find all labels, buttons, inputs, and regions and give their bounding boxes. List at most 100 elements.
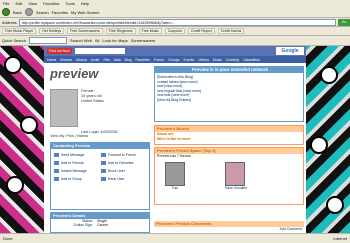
group-icon: [54, 177, 59, 181]
skull-icon: [20, 116, 38, 134]
menu-bar: File Edit View Favorites Tools Help: [0, 0, 350, 7]
profile-country: United States: [81, 99, 104, 103]
nav-blog[interactable]: Blog: [125, 58, 132, 62]
links-bar: Free Music Player Get Smileys Free Scree…: [0, 27, 350, 36]
add-comment-link[interactable]: Add Comment: [154, 227, 304, 231]
screensavers-button[interactable]: Screensavers: [131, 38, 155, 43]
forward-icon: [101, 153, 106, 157]
add-to-group-button[interactable]: Add to Group: [54, 177, 99, 181]
details-box: Preview's Details Status: Single Zodiac S…: [50, 212, 150, 233]
nav-comedy[interactable]: Comedy: [226, 58, 239, 62]
link-item[interactable]: Free Screensavers: [67, 28, 103, 34]
address-bar: Address http://profile.myspace.com/index…: [0, 18, 350, 27]
chat-icon: [54, 169, 59, 173]
nav-mail[interactable]: Mail: [114, 58, 120, 62]
browser-toolbar: Back Search Favorites My Web Search: [0, 7, 350, 18]
profile-name: preview: [50, 66, 99, 81]
nav-videos[interactable]: Videos: [198, 58, 209, 62]
link-item[interactable]: Free Ringtones: [105, 28, 136, 34]
friend-name[interactable]: Tom: [165, 186, 185, 190]
google-logo[interactable]: Google: [276, 47, 304, 55]
menu-tools[interactable]: Tools: [65, 1, 74, 6]
meet-label: Who I'd like to meet:: [157, 136, 191, 141]
address-label: Address: [2, 19, 17, 25]
skull-icon: [6, 176, 24, 194]
back-icon[interactable]: [2, 8, 10, 16]
zone-text: Internet: [333, 236, 347, 241]
add-to-friends-button[interactable]: Add to Friends: [54, 161, 99, 165]
envelope-icon: [54, 153, 59, 157]
quick-search-label: Quick Search: [2, 38, 27, 43]
web-search-label: My Web Search: [71, 9, 100, 15]
skull-icon: [326, 196, 344, 214]
nav-classifieds[interactable]: Classifieds: [243, 58, 260, 62]
nav-forum[interactable]: Forum: [154, 58, 164, 62]
myspace-search-input[interactable]: [74, 48, 125, 54]
link-item[interactable]: Get Smileys: [39, 28, 65, 34]
blurbs-box: Preview's Blurbs About me: Who I'd like …: [154, 125, 304, 145]
maps-button[interactable]: Look for Maps: [102, 38, 127, 43]
address-input[interactable]: http://profile.myspace.com/index.cfm?fus…: [18, 18, 336, 26]
rank-icon: [101, 177, 106, 181]
myspace-header: Find out Now: [44, 46, 306, 56]
im-button[interactable]: IM: [95, 38, 99, 43]
blog-link[interactable]: [View All Blog Entries]: [155, 98, 303, 103]
myspace-nav: Home Browse Search Invite Film Mail Blog…: [44, 56, 306, 63]
menu-help[interactable]: Help: [81, 1, 89, 6]
instant-message-button[interactable]: Instant Message: [54, 169, 99, 173]
search-toolbar: Quick Search Search Web IM Look for Maps…: [0, 36, 350, 46]
view-my-links[interactable]: View My: Pics | Videos: [50, 134, 88, 138]
search-input[interactable]: [29, 37, 68, 44]
friend-photo[interactable]: [225, 161, 245, 186]
comments-box: Preview's Friends Comments Add Comment: [154, 221, 304, 233]
status-text: Done: [3, 236, 13, 241]
forward-icon[interactable]: [24, 8, 33, 16]
status-bar: Done Internet: [0, 233, 350, 243]
contact-box: Contacting Preview Send Message Forward …: [50, 142, 150, 210]
wallpaper-left: [0, 46, 44, 233]
nav-browse[interactable]: Browse: [60, 58, 72, 62]
friend-card[interactable]: Tom: [165, 161, 185, 190]
search-web-button[interactable]: Search Web: [70, 38, 92, 43]
forward-to-friend-button[interactable]: Forward to Friend: [101, 153, 146, 157]
send-message-button[interactable]: Send Message: [54, 153, 99, 157]
nav-favorites[interactable]: Favorites: [136, 58, 150, 62]
search-button[interactable]: Search: [36, 10, 49, 15]
menu-file[interactable]: File: [3, 1, 9, 6]
link-item[interactable]: Free Music: [138, 28, 162, 34]
nav-home[interactable]: Home: [47, 58, 56, 62]
rank-user-button[interactable]: Rank User: [101, 177, 146, 181]
wallpaper-right: [306, 46, 350, 233]
link-item[interactable]: Credit Report: [187, 28, 215, 34]
friend-photo[interactable]: [165, 161, 185, 186]
link-item[interactable]: Coupons: [164, 28, 185, 34]
detail-row: Zodiac Sign: Cancer: [73, 223, 109, 227]
friend-card[interactable]: Saxe Goodies: [225, 161, 247, 190]
link-item[interactable]: Credit Karma: [217, 28, 245, 34]
add-to-favorites-button[interactable]: Add to Favorites: [101, 161, 146, 165]
profile-page: Find out Now Google Home Browse Search I…: [44, 46, 306, 233]
star-icon: [101, 161, 106, 165]
favorites-button[interactable]: Favorites: [52, 10, 68, 15]
back-button[interactable]: Back: [13, 10, 22, 15]
menu-favorites[interactable]: Favorites: [43, 1, 59, 6]
skull-icon: [310, 136, 328, 154]
profile-photo[interactable]: [50, 89, 78, 127]
link-item[interactable]: Free Music Player: [2, 28, 37, 34]
friend-name[interactable]: Saxe Goodies: [225, 186, 247, 190]
nav-film[interactable]: Film: [103, 58, 110, 62]
nav-invite[interactable]: Invite: [91, 58, 99, 62]
friends-box: Preview's Friend Space (Top 2) Preview h…: [154, 147, 304, 205]
nav-events[interactable]: Events: [184, 58, 195, 62]
skull-icon: [4, 56, 22, 74]
nav-groups[interactable]: Groups: [168, 58, 179, 62]
go-button[interactable]: Go: [338, 18, 350, 26]
add-friend-icon: [54, 161, 59, 165]
block-user-button[interactable]: Block User: [101, 169, 146, 173]
menu-edit[interactable]: Edit: [15, 1, 22, 6]
nav-music[interactable]: Music: [213, 58, 222, 62]
menu-view[interactable]: View: [28, 1, 37, 6]
find-out-button[interactable]: Find out Now: [47, 48, 72, 54]
nav-search[interactable]: Search: [76, 58, 87, 62]
extended-network-box: Preview is in your extended network [Sub…: [154, 66, 304, 122]
